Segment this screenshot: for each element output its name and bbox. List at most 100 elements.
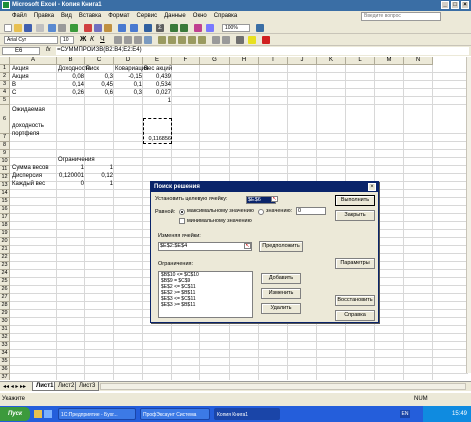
- row-header-21[interactable]: 21: [0, 246, 10, 254]
- row-header-32[interactable]: 32: [0, 334, 10, 342]
- row-header-19[interactable]: 19: [0, 230, 10, 238]
- menu-format[interactable]: Формат: [108, 11, 129, 22]
- row-header-9[interactable]: 9: [0, 150, 10, 158]
- zoom-box[interactable]: 100%: [222, 24, 250, 32]
- start-button[interactable]: Пуск: [0, 407, 30, 421]
- changing-cells-picker-icon[interactable]: ↖: [244, 243, 251, 249]
- minimize-button[interactable]: _: [441, 1, 449, 9]
- row-header-7[interactable]: 7: [0, 134, 10, 142]
- cut-icon[interactable]: [84, 24, 92, 32]
- row-header-24[interactable]: 24: [0, 270, 10, 278]
- menu-data[interactable]: Данные: [164, 11, 186, 22]
- radio-value-label[interactable]: значению:: [266, 208, 292, 215]
- horizontal-scrollbar[interactable]: [100, 383, 466, 390]
- row-header-31[interactable]: 31: [0, 326, 10, 334]
- cell-e6[interactable]: 0,116856: [144, 135, 171, 143]
- align-left-icon[interactable]: [114, 36, 122, 44]
- radio-min-label[interactable]: минимальному значению: [187, 218, 252, 225]
- align-right-icon[interactable]: [134, 36, 142, 44]
- fx-icon[interactable]: fx: [46, 46, 51, 55]
- task-profexaunt[interactable]: ПрофЭксаунт Система: [140, 408, 210, 420]
- preview-icon[interactable]: [58, 24, 66, 32]
- cell-e2[interactable]: 0,439: [144, 73, 171, 81]
- row-header-23[interactable]: 23: [0, 262, 10, 270]
- task-1c[interactable]: 1С:Предприятие - Бухг...: [58, 408, 136, 420]
- decrease-decimal-icon[interactable]: [198, 36, 206, 44]
- solver-close-button[interactable]: Закрыть: [335, 210, 375, 221]
- row-header-1[interactable]: 1: [0, 65, 10, 73]
- cell-a4[interactable]: C: [12, 89, 16, 97]
- increase-decimal-icon[interactable]: [188, 36, 196, 44]
- row-header-37[interactable]: 37: [0, 374, 10, 380]
- font-color-icon[interactable]: [262, 36, 270, 44]
- cell-e4[interactable]: 0,027: [144, 89, 171, 97]
- run-button[interactable]: Выполнить: [335, 195, 375, 206]
- cell-a9[interactable]: Сумма весов: [12, 164, 49, 172]
- formula-input[interactable]: =СУММПРОИЗВ(B2:B4;E2:E4): [56, 47, 469, 55]
- row-header-34[interactable]: 34: [0, 350, 10, 358]
- help-icon[interactable]: [256, 24, 264, 32]
- restore-button[interactable]: Восстановить: [335, 295, 375, 306]
- row-header-10[interactable]: 10: [0, 158, 10, 166]
- cell-e5[interactable]: 1: [144, 97, 171, 105]
- redo-icon[interactable]: [130, 24, 138, 32]
- row-header-18[interactable]: 18: [0, 222, 10, 230]
- cell-a11[interactable]: Каждый вес: [12, 180, 45, 188]
- language-indicator[interactable]: EN: [400, 410, 410, 418]
- add-button[interactable]: Добавить: [261, 273, 301, 284]
- tab-scroll-arrows-icon[interactable]: ◂◂ ◂ ▸ ▸▸: [3, 383, 26, 390]
- cell-c3[interactable]: 0,45: [86, 81, 113, 89]
- undo-icon[interactable]: [118, 24, 126, 32]
- row-header-2[interactable]: 2: [0, 73, 10, 81]
- row-header-17[interactable]: 17: [0, 214, 10, 222]
- chart-wizard-icon[interactable]: [194, 24, 202, 32]
- borders-icon[interactable]: [236, 36, 244, 44]
- constraints-list[interactable]: $B$10 <= $C$10 $B$9 = $C$9 $E$2 <= $C$11…: [158, 271, 253, 318]
- bold-icon[interactable]: Ж: [80, 36, 88, 44]
- row-header-16[interactable]: 16: [0, 206, 10, 214]
- row-header-30[interactable]: 30: [0, 318, 10, 326]
- row-header-36[interactable]: 36: [0, 366, 10, 374]
- row-header-33[interactable]: 33: [0, 342, 10, 350]
- delete-button[interactable]: Удалить: [261, 303, 301, 314]
- percent-icon[interactable]: [168, 36, 176, 44]
- font-size-box[interactable]: 10: [60, 36, 74, 44]
- solver-help-button[interactable]: Справка: [335, 310, 375, 321]
- row-header-27[interactable]: 27: [0, 294, 10, 302]
- quicklaunch-ie-icon[interactable]: [44, 410, 52, 418]
- cell-d4[interactable]: 0,3: [115, 89, 142, 97]
- cell-c11[interactable]: 1: [86, 180, 113, 188]
- merge-icon[interactable]: [144, 36, 152, 44]
- cell-a1[interactable]: Акция: [12, 65, 29, 73]
- row-header-28[interactable]: 28: [0, 302, 10, 310]
- cell-a6-line2[interactable]: доходность: [12, 123, 44, 130]
- row-header-8[interactable]: 8: [0, 142, 10, 150]
- menu-tools[interactable]: Сервис: [137, 11, 158, 22]
- menu-help[interactable]: Справка: [214, 11, 238, 22]
- value-field[interactable]: 0: [296, 207, 326, 215]
- menu-edit[interactable]: Правка: [34, 11, 54, 22]
- column-header-m[interactable]: M: [375, 57, 404, 65]
- help-question-input[interactable]: Введите вопрос: [361, 12, 441, 21]
- sort-desc-icon[interactable]: [180, 24, 188, 32]
- cell-c1[interactable]: Риск: [86, 65, 99, 73]
- open-icon[interactable]: [14, 24, 22, 32]
- change-button[interactable]: Изменить: [261, 288, 301, 299]
- cell-e1[interactable]: Вес акций: [144, 65, 172, 73]
- column-header-c[interactable]: C: [85, 57, 114, 65]
- column-header-l[interactable]: L: [346, 57, 375, 65]
- row-header-14[interactable]: 14: [0, 190, 10, 198]
- radio-min[interactable]: [179, 218, 185, 224]
- autosum-icon[interactable]: Σ: [156, 24, 164, 32]
- fill-color-icon[interactable]: [248, 36, 256, 44]
- name-box[interactable]: E6: [2, 47, 40, 55]
- row-header-12[interactable]: 12: [0, 174, 10, 182]
- row-header-4[interactable]: 4: [0, 89, 10, 97]
- sort-asc-icon[interactable]: [170, 24, 178, 32]
- cell-b11[interactable]: 0: [58, 180, 84, 188]
- permission-icon[interactable]: [36, 24, 44, 32]
- cell-a3[interactable]: B: [12, 81, 16, 89]
- hyperlink-icon[interactable]: [144, 24, 152, 32]
- row-header-6[interactable]: 6: [0, 105, 10, 134]
- outdent-icon[interactable]: [222, 36, 230, 44]
